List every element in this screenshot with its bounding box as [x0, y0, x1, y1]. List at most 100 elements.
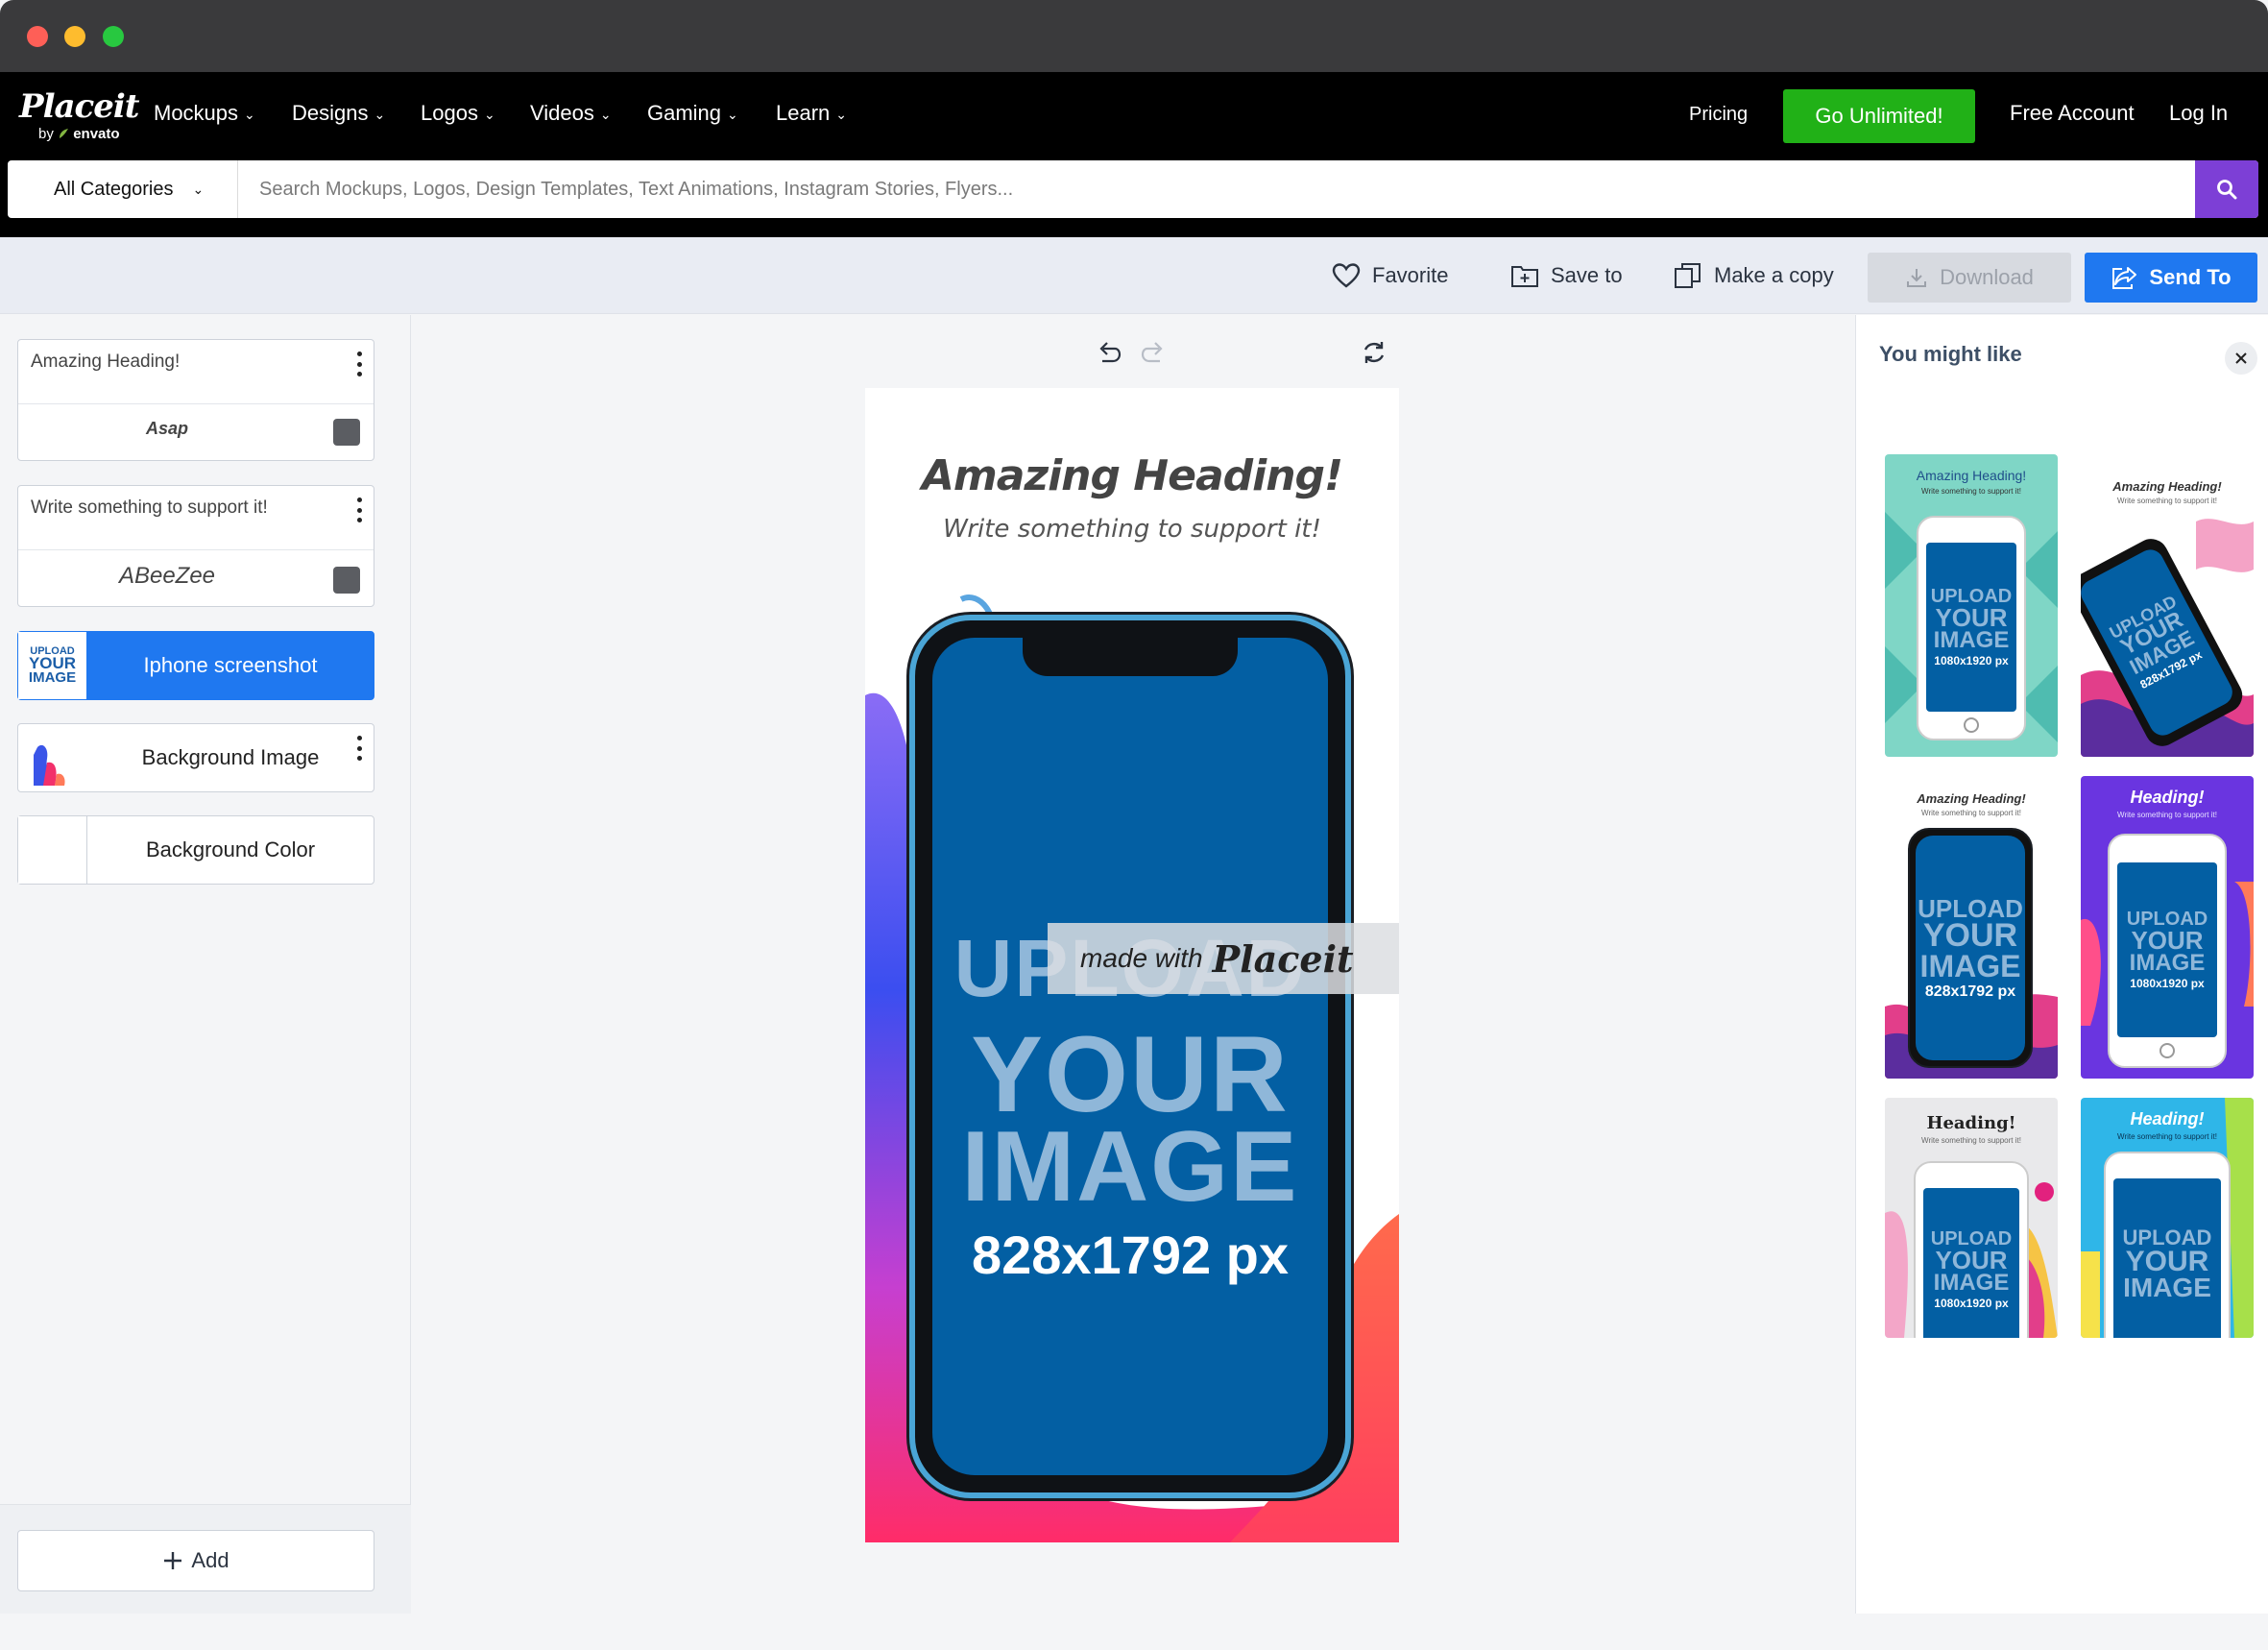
undo-icon[interactable]: [1095, 340, 1122, 367]
send-to-label: Send To: [2149, 265, 2232, 289]
mini-image-text: IMAGE: [2129, 949, 2206, 976]
search-icon: [2217, 180, 2237, 200]
upload-thumbnail: UPLOAD YOUR IMAGE: [18, 632, 87, 699]
mini-phone-screen: UPLOAD YOUR IMAGE 1080x1920 px: [1923, 1188, 2019, 1338]
layer-background-color[interactable]: Background Color: [17, 815, 374, 885]
home-button: [2159, 1043, 2175, 1058]
copy-icon: [1675, 263, 1701, 288]
nav-designs[interactable]: Designs ⌄: [292, 101, 385, 126]
mini-image-text: IMAGE: [1933, 626, 2010, 653]
save-to-button[interactable]: Save to: [1510, 255, 1623, 297]
nav-logos[interactable]: Logos ⌄: [421, 101, 495, 126]
nav-videos[interactable]: Videos ⌄: [530, 101, 612, 126]
app-window: Placeit by envato Mockups ⌄ Designs ⌄ Logo…: [0, 0, 2268, 1650]
thumb-image-text: IMAGE: [28, 669, 77, 687]
more-options-icon[interactable]: [356, 736, 362, 761]
artboard-heading[interactable]: Amazing Heading!: [865, 451, 1399, 500]
download-button[interactable]: Download: [1868, 253, 2071, 303]
chevron-down-icon: ⌄: [599, 106, 612, 122]
placeit-logo[interactable]: Placeit by envato: [19, 87, 139, 142]
color-swatch[interactable]: [333, 419, 360, 446]
layer-background-image-label: Background Image: [141, 745, 320, 769]
chevron-down-icon: ⌄: [835, 106, 848, 122]
window-titlebar: [0, 0, 2268, 72]
plus-icon: [164, 1552, 182, 1569]
login-link[interactable]: Log In: [2169, 101, 2228, 126]
design-artboard[interactable]: Amazing Heading! Write something to supp…: [865, 388, 1399, 1542]
suggestion-card[interactable]: Heading! Write something to support it! …: [1885, 1098, 2058, 1338]
home-button: [1964, 717, 1979, 733]
search-input[interactable]: [248, 160, 2149, 218]
add-layer-label: Add: [191, 1548, 229, 1572]
search-bar-row: All Categories ⌄: [0, 158, 2268, 237]
suggestion-card[interactable]: Amazing Heading! Write something to supp…: [1885, 776, 2058, 1079]
chevron-down-icon: ⌄: [374, 106, 386, 122]
nav-gaming[interactable]: Gaming ⌄: [647, 101, 738, 126]
logo-by: by: [38, 126, 54, 142]
font-selector[interactable]: Asap: [18, 419, 374, 439]
color-swatch[interactable]: [333, 567, 360, 594]
color-thumbnail[interactable]: [18, 816, 87, 884]
close-window-button[interactable]: [27, 26, 48, 47]
suggestion-card[interactable]: Amazing Heading! Write something to supp…: [2081, 454, 2254, 757]
suggestion-card[interactable]: Amazing Heading! Write something to supp…: [1885, 454, 2058, 757]
more-options-icon[interactable]: [356, 497, 362, 522]
suggestions-panel: You might like Amazing Heading! Write so…: [1855, 315, 2268, 1614]
chevron-down-icon: ⌄: [727, 106, 738, 122]
layer-iphone-screenshot[interactable]: UPLOAD YOUR IMAGE Iphone screenshot: [17, 631, 374, 700]
nav-learn[interactable]: Learn ⌄: [776, 101, 847, 126]
suggestion-heading: Heading!: [1926, 1113, 2016, 1133]
layer-subheading-text[interactable]: Write something to support it!: [31, 497, 268, 519]
screen-size-text: 828x1792 px: [971, 1225, 1290, 1285]
mini-your-text: YOUR: [1922, 917, 2018, 955]
redo-icon[interactable]: [1141, 340, 1168, 367]
artboard-subheading[interactable]: Write something to support it!: [865, 515, 1399, 544]
nav-logos-label: Logos: [421, 101, 478, 125]
category-dropdown[interactable]: All Categories ⌄: [8, 160, 238, 218]
refresh-icon[interactable]: [1360, 338, 1388, 367]
go-unlimited-button[interactable]: Go Unlimited!: [1783, 89, 1975, 143]
suggestion-card[interactable]: Heading! Write something to support it! …: [2081, 776, 2254, 1079]
close-suggestions-button[interactable]: [2225, 342, 2257, 375]
suggestions-title: You might like: [1879, 342, 2022, 366]
nav-mockups[interactable]: Mockups ⌄: [154, 101, 255, 126]
suggestion-subheading: Write something to support it!: [2117, 1132, 2217, 1141]
chevron-down-icon: ⌄: [483, 106, 495, 122]
close-icon: [2235, 352, 2247, 364]
suggestion-subheading: Write something to support it!: [1921, 487, 2021, 496]
mini-your-text: YOUR: [2125, 1245, 2209, 1277]
layers-panel: Amazing Heading! Asap Write something to…: [0, 315, 411, 1614]
layer-heading[interactable]: Amazing Heading! Asap: [17, 339, 374, 461]
more-options-icon[interactable]: [356, 352, 362, 376]
favorite-button[interactable]: Favorite: [1332, 255, 1448, 297]
editor-toolbar: Favorite Save to Make a copy Download Se…: [0, 237, 2268, 314]
make-copy-label: Make a copy: [1714, 263, 1834, 287]
layer-background-image[interactable]: Background Image: [17, 723, 374, 792]
heart-icon: [1332, 263, 1361, 288]
mini-size-text: 1080x1920 px: [1934, 653, 2009, 667]
free-account-link[interactable]: Free Account: [2010, 101, 2135, 126]
search-button[interactable]: [2195, 160, 2258, 218]
send-to-button[interactable]: Send To: [2085, 253, 2257, 303]
layer-heading-text[interactable]: Amazing Heading!: [31, 352, 180, 373]
mini-phone-screen: UPLOAD YOUR IMAGE 1080x1920 px: [2117, 862, 2217, 1037]
nav-designs-label: Designs: [292, 101, 369, 125]
suggestion-heading: Heading!: [2130, 1109, 2205, 1128]
suggestion-heading: Amazing Heading!: [2112, 479, 2222, 494]
add-layer-button[interactable]: Add: [17, 1530, 374, 1591]
nav-pricing-link[interactable]: Pricing: [1689, 104, 1748, 126]
minimize-window-button[interactable]: [64, 26, 85, 47]
make-copy-button[interactable]: Make a copy: [1674, 255, 1834, 297]
suggestion-card[interactable]: Heading! Write something to support it! …: [2081, 1098, 2254, 1338]
favorite-label: Favorite: [1372, 263, 1449, 287]
mini-image-text: IMAGE: [1933, 1269, 2010, 1296]
maximize-window-button[interactable]: [103, 26, 124, 47]
layer-background-color-label: Background Color: [145, 837, 316, 861]
layer-divider: [18, 403, 374, 404]
font-selector[interactable]: ABeeZee: [18, 563, 374, 590]
suggestion-subheading: Write something to support it!: [2117, 497, 2217, 505]
suggestion-heading: Amazing Heading!: [1917, 791, 2026, 806]
layer-subheading[interactable]: Write something to support it! ABeeZee: [17, 485, 374, 607]
iphone-mockup[interactable]: UPLOAD YOUR IMAGE 828x1792 px: [909, 615, 1351, 1498]
iphone-screen[interactable]: UPLOAD YOUR IMAGE 828x1792 px: [932, 638, 1328, 1475]
